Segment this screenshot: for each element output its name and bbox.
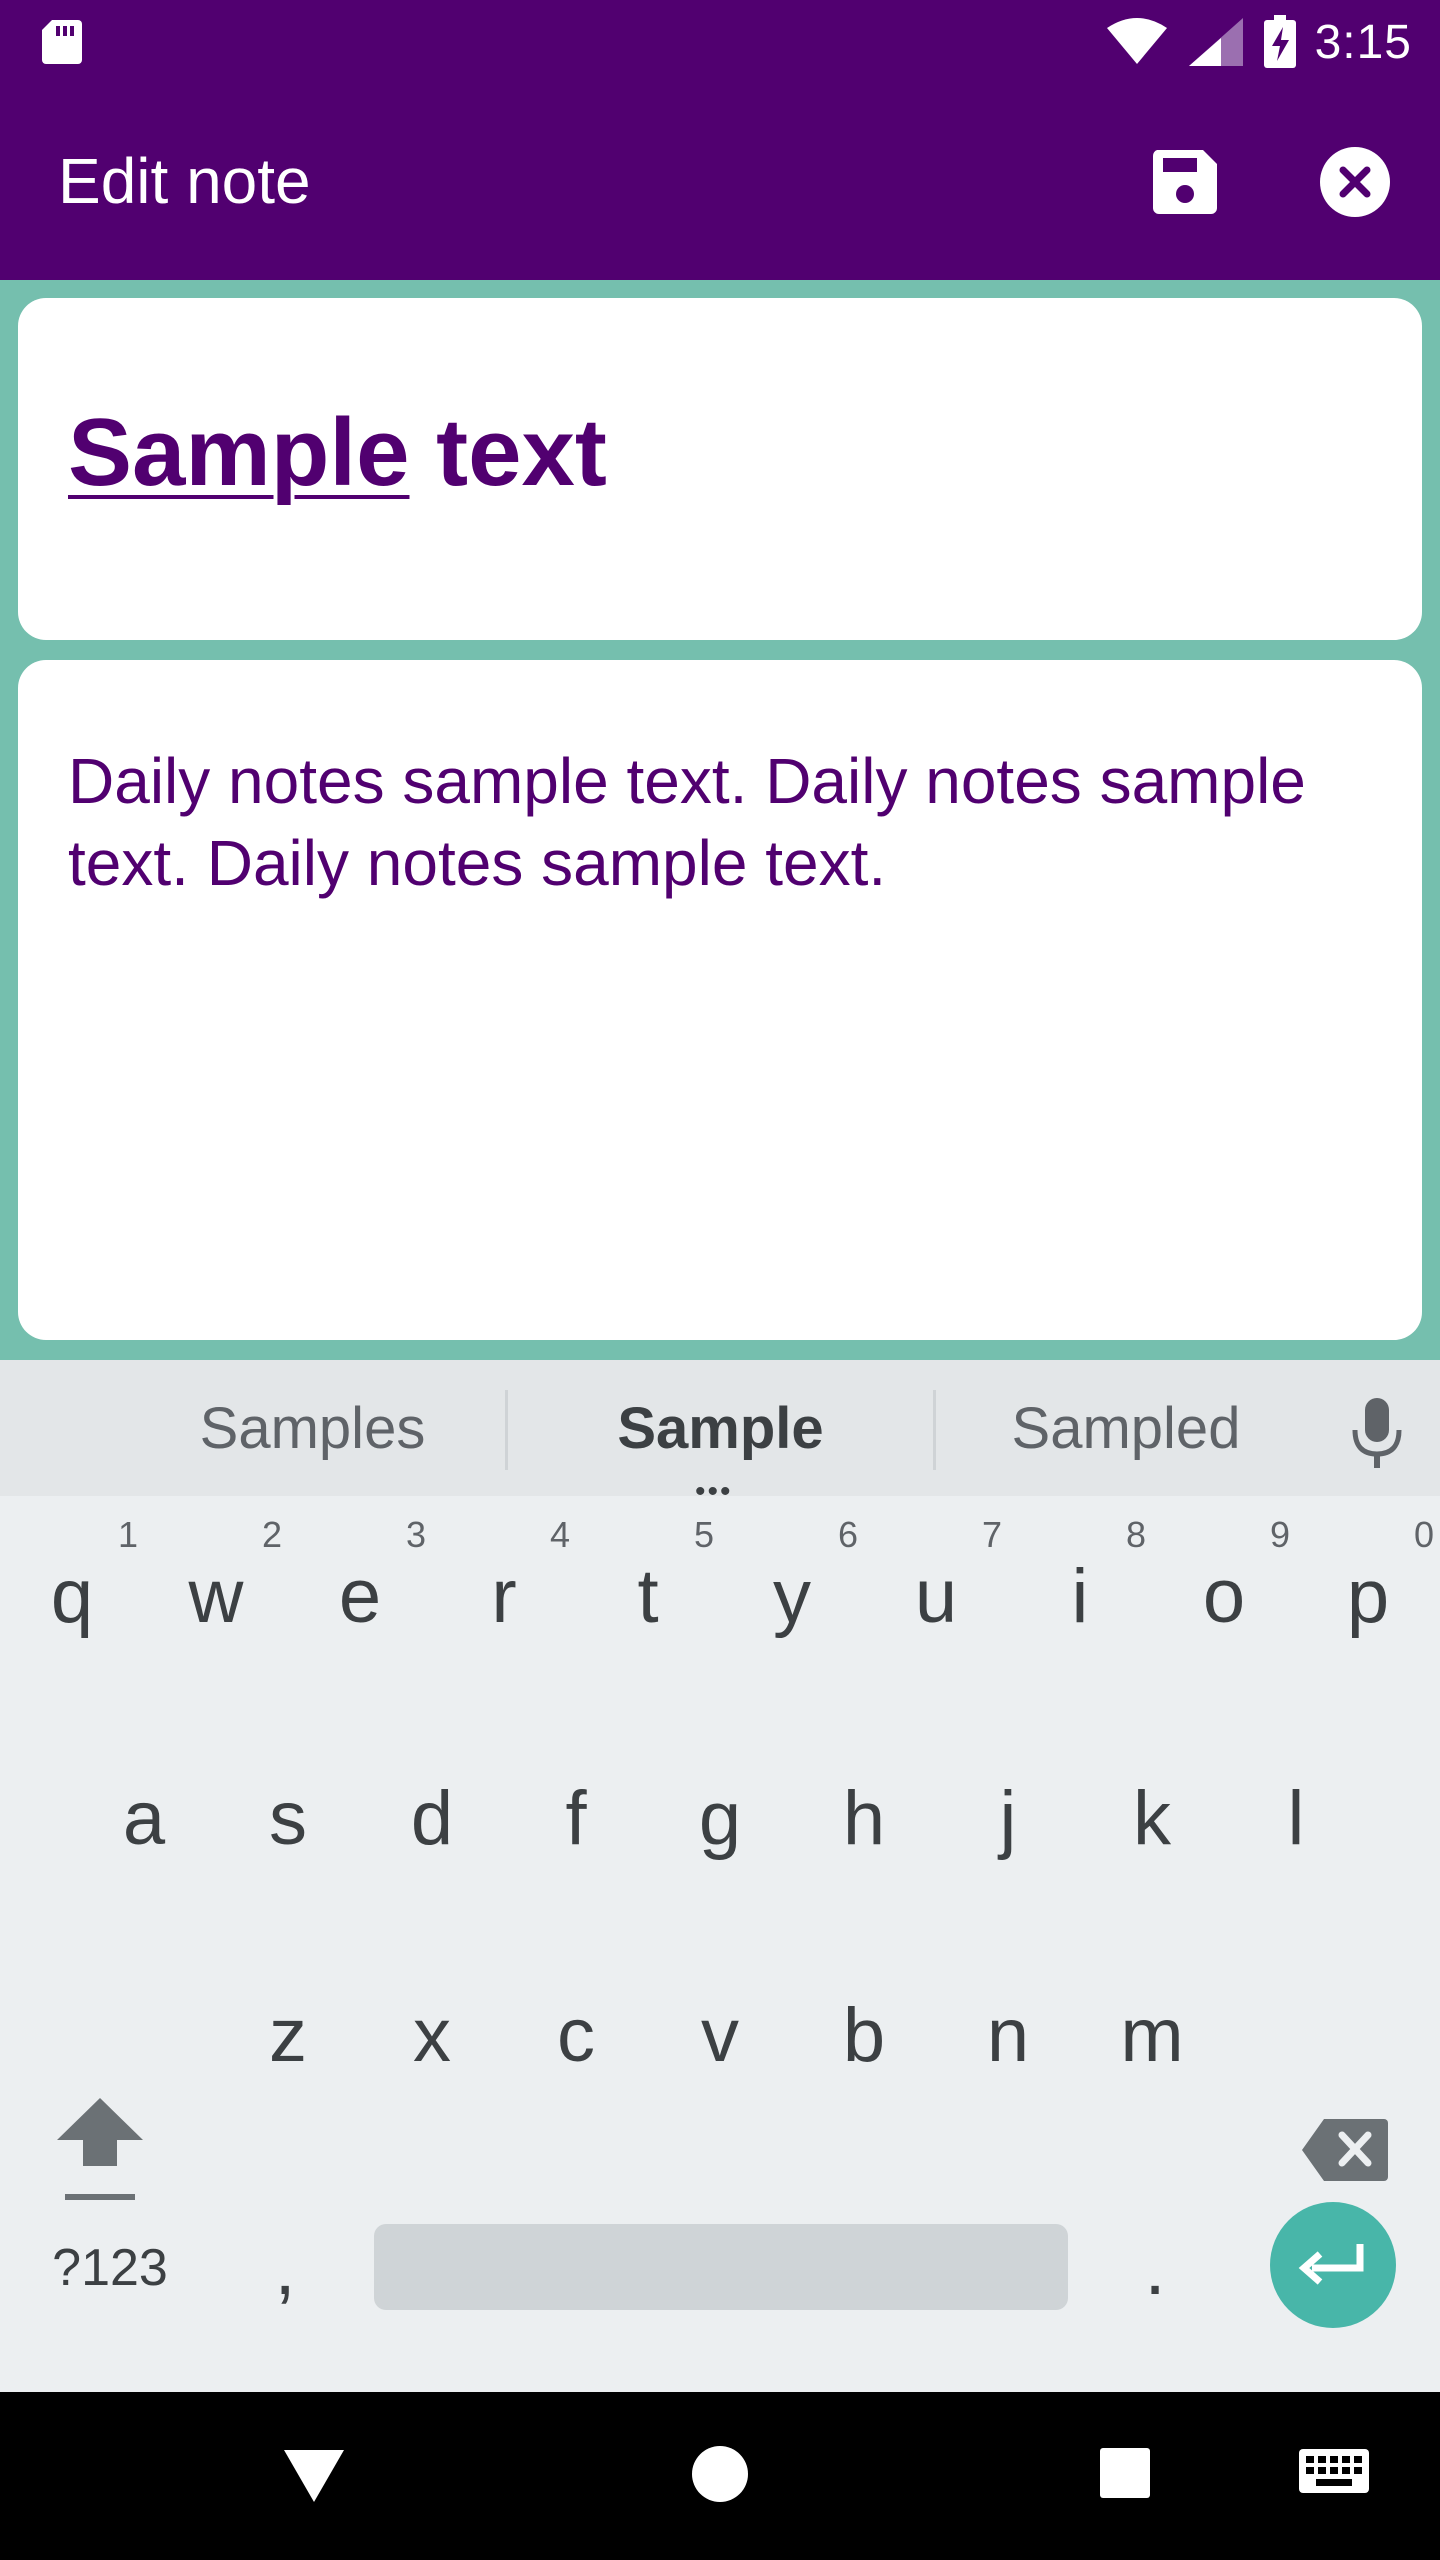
key-i[interactable]: i8	[1008, 1496, 1152, 1696]
key-v[interactable]: v	[648, 1935, 792, 2135]
suggestion-right[interactable]: Sampled	[936, 1360, 1316, 1496]
period-key[interactable]: .	[1100, 2168, 1210, 2368]
key-label: w	[188, 1553, 244, 1639]
key-w[interactable]: w2	[144, 1496, 288, 1696]
key-u[interactable]: u7	[864, 1496, 1008, 1696]
key-j[interactable]: j	[936, 1718, 1080, 1918]
signal-icon	[1188, 18, 1243, 66]
save-icon	[1152, 150, 1217, 214]
key-g[interactable]: g	[648, 1718, 792, 1918]
keyboard-switch-icon[interactable]	[1298, 2448, 1370, 2498]
backspace-icon	[1302, 2119, 1388, 2181]
key-number-hint: 7	[981, 1514, 1002, 1555]
close-icon	[1320, 147, 1390, 217]
key-y[interactable]: y6	[720, 1496, 864, 1696]
key-n[interactable]: n	[936, 1935, 1080, 2135]
save-button[interactable]	[1145, 142, 1225, 222]
title-rest: text	[409, 399, 607, 506]
key-c[interactable]: c	[504, 1935, 648, 2135]
key-label: i	[1071, 1553, 1089, 1639]
key-x[interactable]: x	[360, 1935, 504, 2135]
suggestion-strip: Samples Sample ••• Sampled	[0, 1360, 1440, 1507]
soft-keyboard: Samples Sample ••• Sampled q1w2e3r4t5y6u…	[0, 1360, 1440, 2392]
key-label: e	[338, 1553, 382, 1639]
clock: 3:15	[1314, 15, 1412, 69]
key-number-hint: 3	[405, 1514, 426, 1555]
key-k[interactable]: k	[1080, 1718, 1224, 1918]
key-e[interactable]: e3	[288, 1496, 432, 1696]
key-number-hint: 0	[1413, 1514, 1434, 1555]
navigation-bar	[0, 2392, 1440, 2560]
key-t[interactable]: t5	[576, 1496, 720, 1696]
key-number-hint: 2	[261, 1514, 282, 1555]
key-m[interactable]: m	[1080, 1935, 1224, 2135]
key-p[interactable]: p0	[1296, 1496, 1440, 1696]
key-b[interactable]: b	[792, 1935, 936, 2135]
sd-card-icon	[42, 20, 82, 64]
key-q[interactable]: q1	[0, 1496, 144, 1696]
home-icon[interactable]	[690, 2444, 750, 2504]
title-underlined-word: Sample	[68, 399, 410, 506]
back-icon[interactable]	[282, 2448, 346, 2504]
key-label: t	[637, 1553, 659, 1639]
key-label: o	[1202, 1553, 1246, 1639]
key-s[interactable]: s	[216, 1718, 360, 1918]
note-title-text: Sample text	[68, 398, 607, 508]
key-number-hint: 8	[1125, 1514, 1146, 1555]
key-label: y	[773, 1553, 811, 1639]
comma-key[interactable]: ,	[230, 2168, 340, 2368]
key-f[interactable]: f	[504, 1718, 648, 1918]
close-button[interactable]	[1315, 142, 1395, 222]
battery-charging-icon	[1263, 15, 1296, 68]
status-bar: 3:15	[0, 0, 1440, 84]
key-h[interactable]: h	[792, 1718, 936, 1918]
recents-icon[interactable]	[1098, 2446, 1152, 2500]
symbols-key[interactable]: ?123	[20, 2168, 200, 2368]
key-r[interactable]: r4	[432, 1496, 576, 1696]
key-number-hint: 5	[693, 1514, 714, 1555]
wifi-icon	[1106, 18, 1167, 64]
page-title: Edit note	[58, 145, 311, 217]
note-title-field[interactable]: Sample text	[18, 298, 1422, 640]
app-bar: Edit note	[0, 84, 1440, 280]
key-a[interactable]: a	[72, 1718, 216, 1918]
note-body-field[interactable]: Daily notes sample text. Daily notes sam…	[18, 660, 1422, 1340]
note-body-text: Daily notes sample text. Daily notes sam…	[68, 745, 1306, 899]
key-number-hint: 9	[1269, 1514, 1290, 1555]
key-number-hint: 1	[117, 1514, 138, 1555]
key-z[interactable]: z	[216, 1935, 360, 2135]
key-label: q	[50, 1553, 94, 1639]
note-editor: Sample text Daily notes sample text. Dai…	[0, 280, 1440, 1360]
key-d[interactable]: d	[360, 1718, 504, 1918]
key-l[interactable]: l	[1224, 1718, 1368, 1918]
key-label: u	[914, 1553, 958, 1639]
suggestion-left[interactable]: Samples	[120, 1360, 505, 1496]
enter-key[interactable]	[1270, 2202, 1396, 2328]
key-label: p	[1346, 1553, 1390, 1639]
enter-icon	[1298, 2244, 1364, 2285]
key-o[interactable]: o9	[1152, 1496, 1296, 1696]
key-number-hint: 6	[837, 1514, 858, 1555]
key-number-hint: 4	[549, 1514, 570, 1555]
microphone-icon[interactable]	[1345, 1396, 1409, 1468]
space-bar[interactable]	[374, 2224, 1068, 2310]
key-label: r	[491, 1553, 517, 1639]
